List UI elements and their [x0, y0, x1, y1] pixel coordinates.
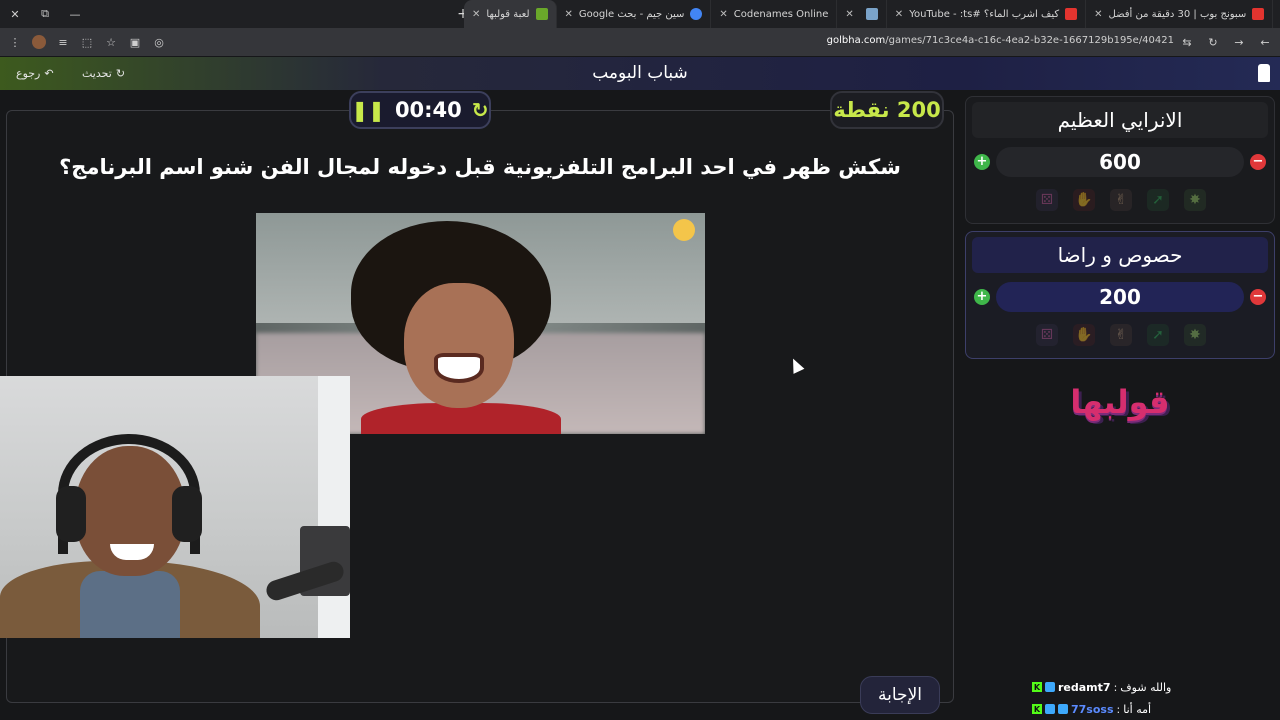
bookmark-star-icon[interactable]: ☆	[104, 35, 118, 49]
team-name: الانرايي العظيم	[972, 102, 1268, 138]
subscriber-badge-icon	[1045, 682, 1055, 692]
arrow-powerup-icon[interactable]: ➚	[1147, 189, 1169, 211]
question-text: شكش ظهر في احد البرامج التلفزيونية قبل د…	[59, 155, 901, 179]
tab-title: كيف اشرب الماء؟ #YouTube - :ts	[909, 8, 1060, 20]
timer: ❚❚ 00:40 ↻	[349, 91, 491, 129]
bomb-powerup-icon[interactable]: ✸	[1184, 189, 1206, 211]
back-icon[interactable]: ←	[1258, 35, 1272, 49]
google-favicon-icon	[690, 8, 703, 20]
app-header: ↶ رجوع ↻ تحديث شباب البومب	[0, 57, 1280, 90]
tab-close-icon[interactable]: ✕	[472, 9, 480, 20]
tab-youtube-water[interactable]: ✕ كيف اشرب الماء؟ #YouTube - :ts	[887, 0, 1087, 28]
window-restore-button[interactable]: ⧉	[30, 0, 60, 28]
subscriber-badge-icon	[1058, 704, 1068, 714]
powerups: ⚄ ✋ ✌ ➚ ✸	[1036, 189, 1206, 211]
reset-timer-icon[interactable]: ↻	[472, 98, 489, 122]
tab-youtube-spongebob[interactable]: ✕ سبونج بوب | 30 دقيقة من أفضل	[1086, 0, 1274, 28]
tab-close-icon[interactable]: ✕	[1094, 9, 1102, 20]
channel-logo-icon	[673, 219, 695, 241]
tab-title: لعبة قولبها	[486, 8, 530, 20]
tab-close-icon[interactable]: ✕	[565, 9, 573, 20]
hand-stop-powerup-icon[interactable]: ✋	[1073, 189, 1095, 211]
tab-close-icon[interactable]: ✕	[719, 9, 727, 20]
kick-badge-icon: K	[1032, 704, 1042, 714]
add-points-button[interactable]: +	[974, 154, 990, 170]
bomb-powerup-icon[interactable]: ✸	[1184, 324, 1206, 346]
site-settings-icon[interactable]: ⇆	[1180, 35, 1194, 49]
dice-powerup-icon[interactable]: ⚄	[1036, 324, 1058, 346]
menu-dots-icon[interactable]: ⋮	[8, 35, 22, 49]
tab-close-icon[interactable]: ✕	[845, 9, 853, 20]
team-score: 200	[996, 282, 1244, 312]
tab-title: سين جيم - بحث Google	[578, 8, 685, 20]
lens-icon[interactable]: ◎	[152, 35, 166, 49]
youtube-favicon-icon	[1252, 8, 1265, 20]
subtract-points-button[interactable]: −	[1250, 154, 1266, 170]
webcam-overlay	[0, 376, 350, 638]
tab-golbha[interactable]: ✕ لعبة قولبها	[464, 0, 557, 28]
answer-button[interactable]: الإجابة	[860, 676, 940, 714]
tab-misc[interactable]: ✕	[837, 0, 887, 28]
chat-username: redamt7	[1058, 680, 1111, 694]
tab-title: Codenames Online	[733, 8, 829, 20]
tab-favicon-icon	[535, 8, 548, 20]
kick-badge-icon: K	[1032, 682, 1042, 692]
team-card: الانرايي العظيم + 600 − ⚄ ✋ ✌ ➚ ✸	[965, 96, 1275, 224]
powerups: ⚄ ✋ ✌ ➚ ✸	[1036, 324, 1206, 346]
tab-close-icon[interactable]: ✕	[895, 9, 903, 20]
brand-logo: قولبها	[1070, 383, 1170, 421]
timer-value: 00:40	[394, 98, 462, 122]
moderator-badge-icon	[1045, 704, 1055, 714]
arrow-powerup-icon[interactable]: ➚	[1147, 324, 1169, 346]
subtract-points-button[interactable]: −	[1250, 289, 1266, 305]
media-control-icon[interactable]: ≡	[56, 35, 70, 49]
tab-title: سبونج بوب | 30 دقيقة من أفضل	[1108, 8, 1247, 20]
chat-text: والله شوف	[1120, 680, 1172, 694]
tab-favicon-icon	[865, 8, 878, 20]
team-name: حصوص و راضا	[972, 237, 1268, 273]
page-title: شباب البومب	[592, 63, 688, 83]
chat-username: 77soss	[1071, 702, 1114, 716]
reload-icon[interactable]: ↻	[1206, 35, 1220, 49]
forward-icon[interactable]: →	[1232, 35, 1246, 49]
chat-text: أمه أنا	[1123, 702, 1152, 716]
tab-strip: ✕ لعبة قولبها ✕ سين جيم - بحث Google ✕ C…	[464, 0, 1274, 28]
address-bar: ⋮ ≡ ⬚ ☆ ▣ ◎ golbha.com/games/71c3ce4a-c1…	[0, 28, 1280, 56]
chat-message: K redamt7 : والله شوف	[1032, 680, 1172, 694]
peace-hand-powerup-icon[interactable]: ✌	[1110, 189, 1132, 211]
youtube-favicon-icon	[1065, 8, 1078, 20]
site-logo-icon[interactable]	[1258, 64, 1270, 82]
peace-hand-powerup-icon[interactable]: ✌	[1110, 324, 1132, 346]
url-field[interactable]: golbha.com/games/71c3ce4a-c16c-4ea2-b32e…	[827, 35, 1174, 46]
team-score: 600	[996, 147, 1244, 177]
chat-message: K 77soss : أمه أنا	[1032, 702, 1152, 716]
add-points-button[interactable]: +	[974, 289, 990, 305]
cast-icon[interactable]: ▣	[128, 35, 142, 49]
window-controls: ✕ ⧉ —	[0, 0, 90, 28]
extensions-icon[interactable]: ⬚	[80, 35, 94, 49]
window-close-button[interactable]: ✕	[0, 0, 30, 28]
hand-stop-powerup-icon[interactable]: ✋	[1073, 324, 1095, 346]
pause-icon[interactable]: ❚❚	[351, 98, 385, 122]
tab-codenames[interactable]: ✕ Codenames Online	[711, 0, 838, 28]
profile-avatar-icon[interactable]	[32, 35, 46, 49]
team-card-active: حصوص و راضا + 200 − ⚄ ✋ ✌ ➚ ✸	[965, 231, 1275, 359]
dice-powerup-icon[interactable]: ⚄	[1036, 189, 1058, 211]
tab-google-search[interactable]: ✕ سين جيم - بحث Google	[557, 0, 712, 28]
window-minimize-button[interactable]: —	[60, 0, 90, 28]
stream-chat: K redamt7 : والله شوف K 77soss : أمه أنا	[1032, 676, 1272, 720]
points-badge: 200 نقطة	[830, 91, 944, 129]
